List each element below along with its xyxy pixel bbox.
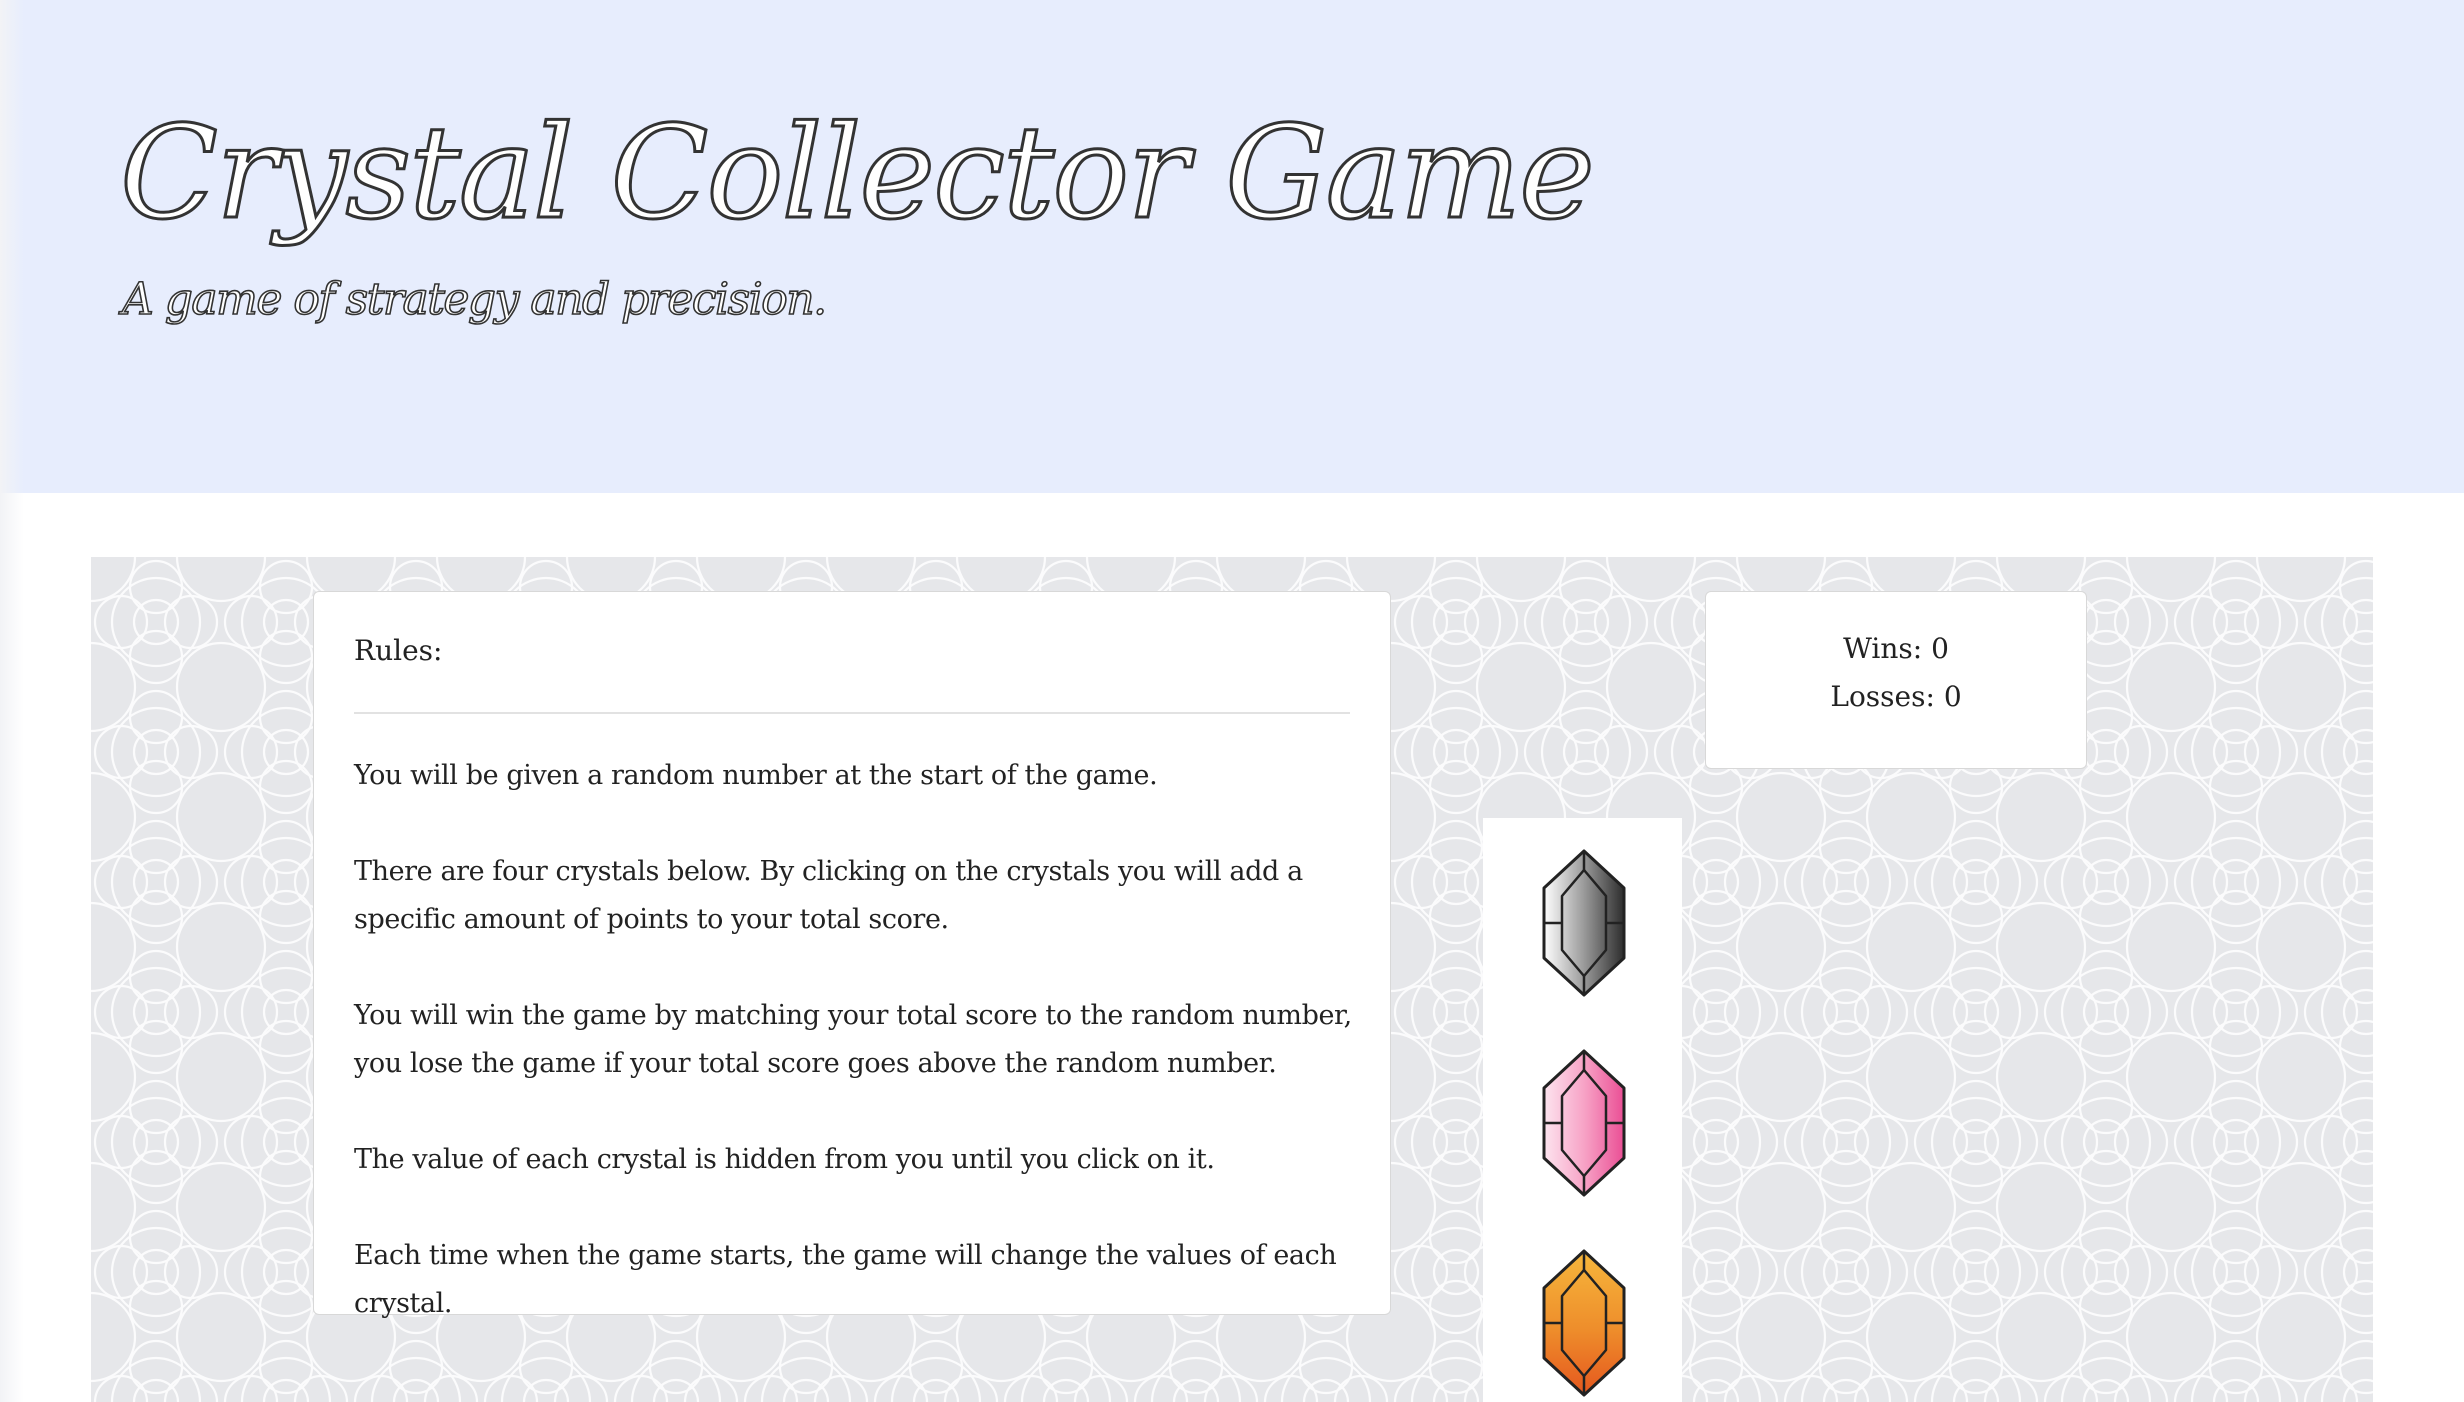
rule-paragraph: You will be given a random number at the… bbox=[354, 760, 1158, 791]
rule-paragraph: You will win the game by matching your t… bbox=[354, 1000, 1352, 1079]
losses-count: Losses: 0 bbox=[1830, 680, 1962, 713]
page: Crystal Collector Game A game of strateg… bbox=[0, 0, 2464, 1402]
rule-paragraph: Each time when the game starts, the game… bbox=[354, 1240, 1337, 1319]
score-card: Wins: 0 Losses: 0 bbox=[1705, 591, 2087, 769]
rule-paragraph: The value of each crystal is hidden from… bbox=[354, 1144, 1215, 1175]
header-jumbotron: Crystal Collector Game A game of strateg… bbox=[0, 0, 2464, 493]
page-title: Crystal Collector Game bbox=[119, 99, 1597, 248]
orange-crystal-icon[interactable] bbox=[1538, 1248, 1630, 1398]
rules-card: Rules: You will be given a random number… bbox=[313, 591, 1391, 1319]
page-subtitle: A game of strategy and precision. bbox=[121, 274, 828, 325]
wins-count: Wins: 0 bbox=[1843, 632, 1949, 665]
rules-divider bbox=[354, 712, 1350, 714]
rule-paragraph: There are four crystals below. By clicki… bbox=[354, 856, 1303, 935]
pink-crystal-icon[interactable] bbox=[1538, 1048, 1630, 1198]
rules-heading: Rules: bbox=[354, 634, 443, 667]
left-edge-shadow bbox=[0, 0, 24, 1402]
gray-crystal-icon[interactable] bbox=[1538, 848, 1630, 998]
crystal-column bbox=[1483, 818, 1682, 1402]
